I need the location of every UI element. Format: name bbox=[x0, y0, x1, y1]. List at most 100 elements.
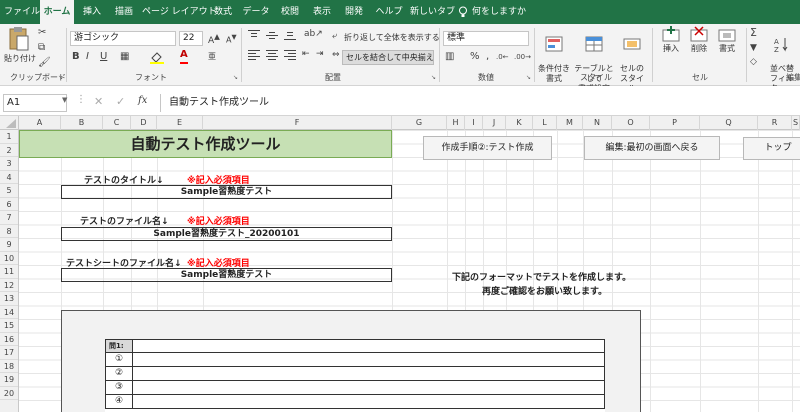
font-name-select[interactable]: 游ゴシック bbox=[70, 31, 176, 46]
row-header[interactable]: 18 bbox=[0, 360, 18, 373]
sheet-title-cell[interactable]: 自動テスト作成ツール bbox=[19, 130, 392, 158]
delete-cells-button[interactable]: 削除 bbox=[686, 26, 712, 54]
fill-color-icon[interactable] bbox=[150, 52, 164, 64]
fill-icon[interactable]: ▼ bbox=[750, 41, 757, 55]
comma-icon[interactable]: , bbox=[486, 50, 489, 64]
column-header[interactable]: E bbox=[157, 116, 203, 130]
tab-review[interactable]: 校閲 bbox=[276, 0, 304, 24]
copy-icon[interactable]: ⧉ bbox=[38, 41, 45, 55]
tab-draw[interactable]: 描画 bbox=[110, 0, 138, 24]
italic-icon[interactable]: I bbox=[86, 50, 89, 64]
row-header[interactable]: 17 bbox=[0, 346, 18, 360]
align-right-icon[interactable] bbox=[284, 50, 296, 60]
borders-icon[interactable]: ▦ bbox=[120, 50, 129, 64]
question-text-cell[interactable] bbox=[132, 339, 605, 353]
select-all-corner[interactable] bbox=[0, 116, 19, 130]
column-header[interactable]: S bbox=[792, 116, 800, 130]
merge-center-icon[interactable]: ⇔ bbox=[332, 48, 340, 62]
option-text-cell[interactable] bbox=[132, 394, 605, 409]
option-text-cell[interactable] bbox=[132, 352, 605, 367]
decrease-indent-icon[interactable]: ⇤ bbox=[302, 47, 310, 61]
column-header[interactable]: L bbox=[533, 116, 557, 130]
column-header[interactable]: P bbox=[650, 116, 700, 130]
row-header[interactable]: 15 bbox=[0, 319, 18, 333]
merge-center-button[interactable]: セルを結合して中央揃え bbox=[342, 50, 434, 65]
row-header[interactable]: 8 bbox=[0, 225, 18, 238]
row-header[interactable]: 5 bbox=[0, 184, 18, 198]
row-header[interactable]: 16 bbox=[0, 333, 18, 346]
align-left-icon[interactable] bbox=[248, 50, 260, 60]
option-text-cell[interactable] bbox=[132, 366, 605, 381]
underline-icon[interactable]: U bbox=[100, 50, 107, 64]
chevron-down-icon[interactable]: ▼ bbox=[62, 96, 67, 104]
orientation-icon[interactable]: ab↗ bbox=[304, 27, 323, 41]
row-header[interactable]: 7 bbox=[0, 211, 18, 225]
decrease-decimal-icon[interactable]: .00→ bbox=[514, 50, 531, 64]
accounting-format-icon[interactable]: ▥ bbox=[445, 50, 454, 64]
tab-home[interactable]: ホーム bbox=[40, 0, 74, 25]
row-header[interactable]: 19 bbox=[0, 373, 18, 387]
row-header[interactable]: 9 bbox=[0, 238, 18, 252]
bold-icon[interactable]: B bbox=[72, 50, 80, 64]
align-center-icon[interactable] bbox=[266, 50, 278, 60]
row-header[interactable]: 20 bbox=[0, 387, 18, 400]
column-header[interactable]: M bbox=[557, 116, 583, 130]
column-header[interactable]: D bbox=[131, 116, 157, 130]
column-header[interactable]: A bbox=[19, 116, 61, 130]
row-header[interactable]: 2 bbox=[0, 144, 18, 157]
formula-input[interactable]: 自動テスト作成ツール bbox=[160, 94, 800, 112]
cut-icon[interactable]: ✂ bbox=[38, 26, 46, 40]
column-header[interactable]: K bbox=[506, 116, 533, 130]
column-header[interactable]: I bbox=[465, 116, 483, 130]
wrap-text-icon[interactable]: ⤶ bbox=[332, 29, 337, 43]
enter-icon[interactable]: ✓ bbox=[116, 95, 125, 108]
row-header[interactable]: 13 bbox=[0, 292, 18, 306]
align-bottom-icon[interactable] bbox=[284, 30, 296, 40]
tab-view[interactable]: 表示 bbox=[308, 0, 336, 24]
increase-decimal-icon[interactable]: .0← bbox=[496, 50, 509, 64]
row-header[interactable]: 4 bbox=[0, 171, 18, 184]
row-header[interactable]: 14 bbox=[0, 306, 18, 319]
tab-help[interactable]: ヘルプ bbox=[372, 0, 406, 24]
column-header[interactable]: C bbox=[103, 116, 131, 130]
dialog-launcher-icon[interactable]: ↘ bbox=[526, 74, 531, 81]
column-header[interactable]: G bbox=[392, 116, 447, 130]
insert-cells-button[interactable]: 挿入 bbox=[658, 26, 684, 54]
dialog-launcher-icon[interactable]: ↘ bbox=[58, 74, 63, 81]
tab-formulas[interactable]: 数式 bbox=[209, 0, 237, 24]
option-text-cell[interactable] bbox=[132, 380, 605, 395]
create-test-button[interactable]: 作成手順②:テスト作成 bbox=[423, 136, 552, 160]
row-header[interactable]: 1 bbox=[0, 130, 18, 144]
row-header[interactable]: 6 bbox=[0, 198, 18, 211]
grow-font-icon[interactable]: A▲ bbox=[208, 30, 220, 48]
column-header[interactable]: J bbox=[483, 116, 506, 130]
font-size-select[interactable]: 22 bbox=[179, 31, 203, 46]
tab-insert[interactable]: 挿入 bbox=[78, 0, 106, 24]
autosum-icon[interactable]: Σ bbox=[750, 26, 757, 40]
test-sheet-filename-input[interactable]: Sample習熟度テスト bbox=[61, 268, 392, 282]
column-header[interactable]: Q bbox=[700, 116, 758, 130]
cancel-icon[interactable]: ✕ bbox=[94, 95, 103, 108]
column-header[interactable]: O bbox=[612, 116, 650, 130]
wrap-text-button[interactable]: 折り返して全体を表示する bbox=[344, 33, 440, 43]
column-header[interactable]: R bbox=[758, 116, 792, 130]
increase-indent-icon[interactable]: ⇥ bbox=[316, 47, 324, 61]
sort-filter-button[interactable]: AZ 並べ替 フィルタ bbox=[770, 26, 800, 94]
name-box[interactable]: A1 bbox=[3, 94, 67, 112]
row-header[interactable]: 11 bbox=[0, 265, 18, 279]
number-format-select[interactable]: 標準 bbox=[443, 31, 529, 46]
tell-me-search[interactable]: 何をしますか bbox=[472, 0, 542, 24]
percent-icon[interactable]: % bbox=[470, 50, 480, 64]
tab-new[interactable]: 新しいタブ bbox=[410, 0, 455, 24]
row-header[interactable]: 10 bbox=[0, 252, 18, 265]
test-filename-input[interactable]: Sample習熟度テスト_20200101 bbox=[61, 227, 392, 241]
dialog-launcher-icon[interactable]: ↘ bbox=[233, 74, 238, 81]
format-as-table-button[interactable]: テーブルとして 書式設定 bbox=[572, 26, 616, 94]
back-to-start-button[interactable]: 編集:最初の画面へ戻る bbox=[584, 136, 720, 160]
insert-function-icon[interactable]: fx bbox=[138, 95, 147, 106]
dialog-launcher-icon[interactable]: ↘ bbox=[431, 74, 436, 81]
tab-page-layout[interactable]: ページ レイアウト bbox=[142, 0, 217, 24]
column-header[interactable]: B bbox=[61, 116, 103, 130]
align-middle-icon[interactable] bbox=[266, 30, 278, 40]
align-top-icon[interactable] bbox=[248, 30, 260, 40]
